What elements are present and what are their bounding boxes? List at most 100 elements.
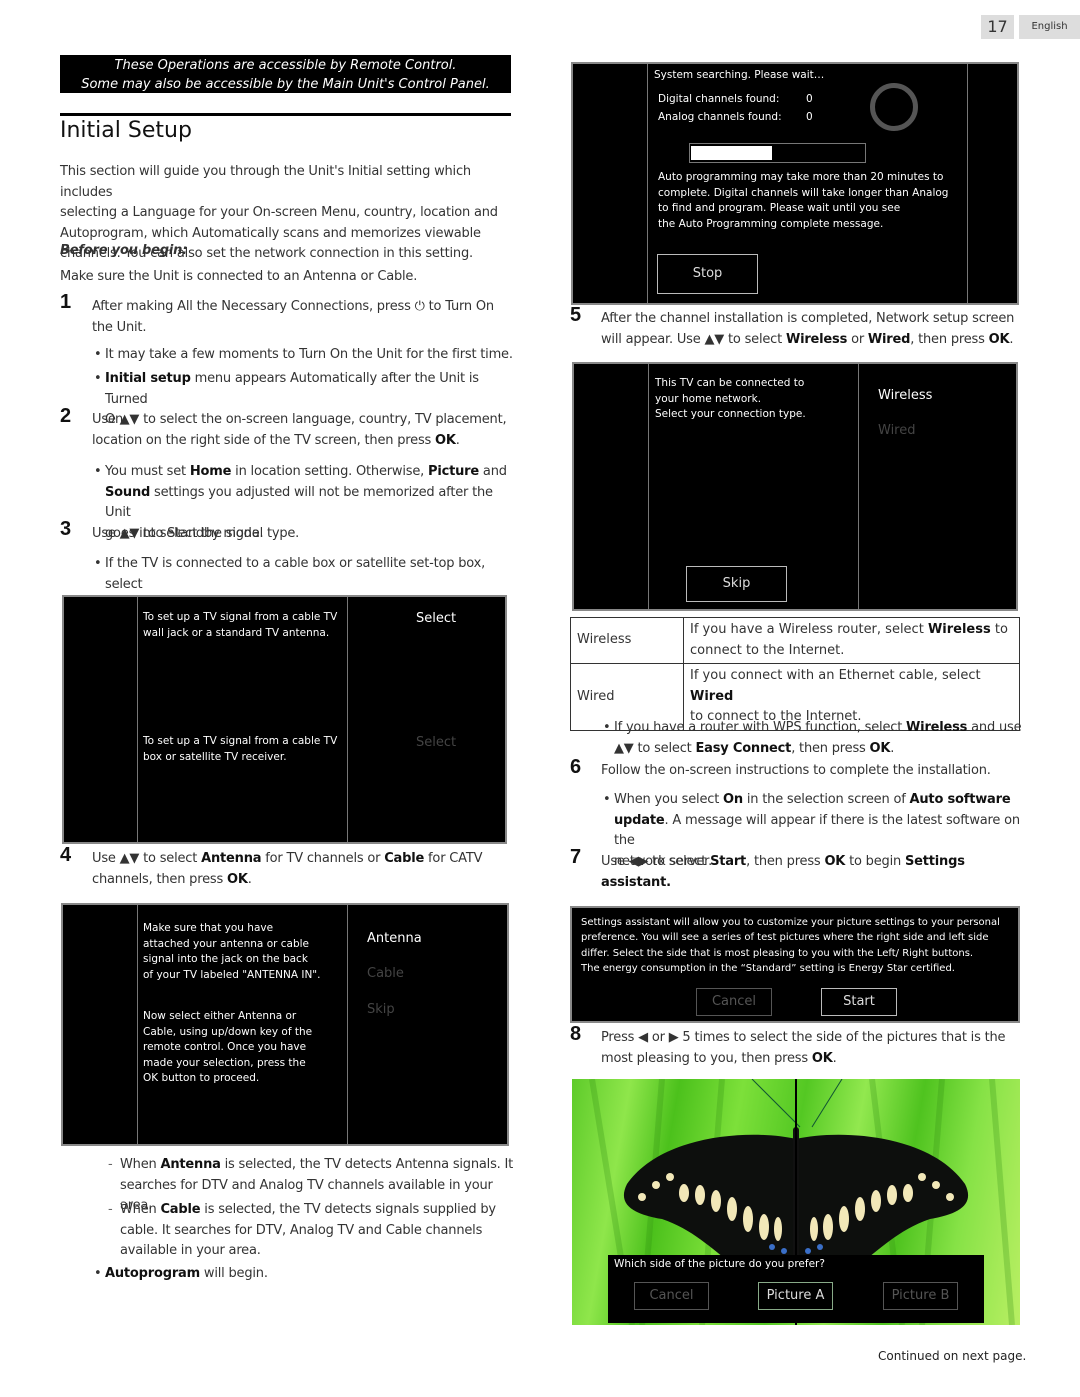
- text: Make sure that you have: [143, 922, 274, 934]
- title-rule: [60, 113, 511, 116]
- network-instructions: This TV can be connected to your home ne…: [655, 376, 806, 423]
- assistant-description: Settings assistant will allow you to cus…: [581, 915, 1000, 976]
- bold-term: OK: [824, 854, 846, 869]
- step-line: Use ◀▶ to select Start, then press OK to…: [601, 852, 1026, 873]
- bold-term: OK: [869, 740, 891, 756]
- step-number: 2: [60, 405, 72, 427]
- step-2-text: Use ▲▼ to select the on-screen language,…: [92, 410, 517, 451]
- text: The energy consumption in the “Standard”…: [581, 962, 955, 974]
- start-button[interactable]: Start: [821, 988, 897, 1016]
- text: and use: [967, 720, 1022, 735]
- bold-term: Wireless: [785, 331, 848, 347]
- step-5-bullet-wps: If you have a router with WPS function, …: [603, 718, 1024, 759]
- preference-dialog: Which side of the picture do you prefer?…: [608, 1255, 984, 1323]
- text: in the selection screen of: [742, 792, 910, 807]
- preference-question: Which side of the picture do you prefer?: [614, 1258, 825, 1270]
- step-line: most pleasing to you, then press OK.: [601, 1049, 1026, 1070]
- text: If you have a Wireless router, select: [690, 622, 928, 637]
- digital-channels-label: Digital channels found:: [658, 93, 780, 105]
- option-cable[interactable]: Cable: [367, 966, 404, 981]
- column-divider: [347, 905, 348, 1144]
- text: connect to the Internet.: [690, 642, 845, 658]
- bold-term: Autoprogram: [105, 1266, 200, 1281]
- text: to find and program. Please wait until y…: [658, 202, 901, 214]
- text: for CATV: [424, 851, 483, 866]
- step-number: 6: [570, 756, 582, 778]
- connection-type-table: Wireless If you have a Wireless router, …: [570, 617, 1020, 731]
- stop-button[interactable]: Stop: [657, 254, 758, 294]
- cancel-button[interactable]: Cancel: [696, 988, 772, 1016]
- text: When you select: [614, 792, 724, 807]
- bold-term: OK: [226, 871, 248, 887]
- step-1-bullet-1: It may take a few moments to Turn On the…: [94, 345, 513, 366]
- step-line: assistant.: [601, 874, 671, 890]
- banner-line-2: Some may also be accessible by the Main …: [81, 77, 490, 92]
- skip-button[interactable]: Skip: [686, 566, 787, 602]
- text: You must set: [105, 464, 190, 479]
- column-divider: [967, 64, 968, 303]
- step-line: location on the right side of the TV scr…: [92, 431, 517, 452]
- continued-note: Continued on next page.: [878, 1349, 1027, 1363]
- option-skip[interactable]: Skip: [367, 1002, 395, 1017]
- text: To set up a TV signal from a cable TV: [143, 735, 338, 747]
- text: of your TV labeled "ANTENNA IN".: [143, 968, 321, 981]
- text: or: [847, 331, 868, 347]
- intro-line: selecting a Language for your On-screen …: [60, 205, 498, 220]
- select-option-1[interactable]: Select: [416, 611, 456, 626]
- text: If you connect with an Ethernet cable, s…: [690, 668, 981, 683]
- option-wireless[interactable]: Wireless: [878, 388, 932, 403]
- bold-term: Picture: [428, 464, 479, 479]
- antenna-instructions: Make sure that you have attached your an…: [143, 921, 320, 1087]
- text: If you have a router with WPS function, …: [614, 720, 907, 735]
- step-line: After making All the Necessary Connectio…: [92, 299, 494, 314]
- text: .: [1009, 331, 1014, 347]
- text: for TV channels or: [261, 851, 385, 866]
- before-you-begin-heading: Before you begin:: [60, 243, 188, 258]
- column-divider: [647, 64, 648, 303]
- text: .: [247, 871, 252, 887]
- text: When: [120, 1202, 161, 1217]
- select-option-2[interactable]: Select: [416, 735, 456, 750]
- text: most pleasing to you, then press: [601, 1050, 812, 1066]
- text: ▲▼ to select: [614, 740, 696, 756]
- column-divider: [648, 364, 649, 609]
- cancel-button[interactable]: Cancel: [634, 1282, 709, 1310]
- text: will begin.: [199, 1266, 268, 1281]
- settings-assistant-screen: Settings assistant will allow you to cus…: [570, 906, 1020, 1023]
- text: . A message will appear if there is the …: [614, 812, 1020, 849]
- text: remote control. Once you have: [143, 1041, 307, 1053]
- option-antenna[interactable]: Antenna: [367, 931, 422, 946]
- text: location on the right side of the TV scr…: [92, 432, 436, 448]
- before-you-begin-text: Make sure the Unit is connected to an An…: [60, 269, 418, 284]
- step-line: Use ▲▼ to select the on-screen language,…: [92, 412, 507, 427]
- step-line: will appear. Use ▲▼ to select Wireless o…: [601, 330, 1026, 351]
- bold-term: Settings: [904, 854, 965, 869]
- text: .: [455, 432, 460, 448]
- text: cable. It searches for DTV, Analog TV an…: [120, 1222, 483, 1238]
- connection-type: Wireless: [570, 617, 684, 664]
- text: signal into the jack on the back: [143, 953, 308, 965]
- text: your home network.: [655, 392, 762, 405]
- step-line: channels, then press OK.: [92, 870, 517, 891]
- text: preference. You will see a series of tes…: [581, 932, 989, 944]
- picture-a-button[interactable]: Picture A: [758, 1282, 833, 1310]
- bold-term: Wired: [690, 688, 734, 704]
- picture-b-button[interactable]: Picture B: [883, 1282, 958, 1310]
- bold-term: Wireless: [927, 622, 991, 637]
- step-number: 4: [60, 844, 72, 866]
- text: .: [832, 1050, 837, 1066]
- step-line: Press ◀ or ▶ 5 times to select the side …: [601, 1030, 1006, 1045]
- bold-term: Auto software: [909, 792, 1011, 807]
- remote-control-banner: These Operations are accessible by Remot…: [60, 55, 511, 93]
- step-1-text: After making All the Necessary Connectio…: [92, 297, 517, 338]
- text: attached your antenna or cable: [143, 937, 310, 950]
- table-row: Wireless If you have a Wireless router, …: [570, 617, 1020, 664]
- column-divider: [137, 905, 138, 1144]
- option-wired[interactable]: Wired: [878, 423, 916, 438]
- text: Settings assistant will allow you to cus…: [581, 917, 1000, 928]
- bold-term: OK: [988, 331, 1010, 347]
- text: .: [890, 740, 895, 756]
- bold-term: Cable: [160, 1202, 201, 1217]
- text: This TV can be connected to: [655, 377, 805, 389]
- page-number: 17: [981, 15, 1014, 39]
